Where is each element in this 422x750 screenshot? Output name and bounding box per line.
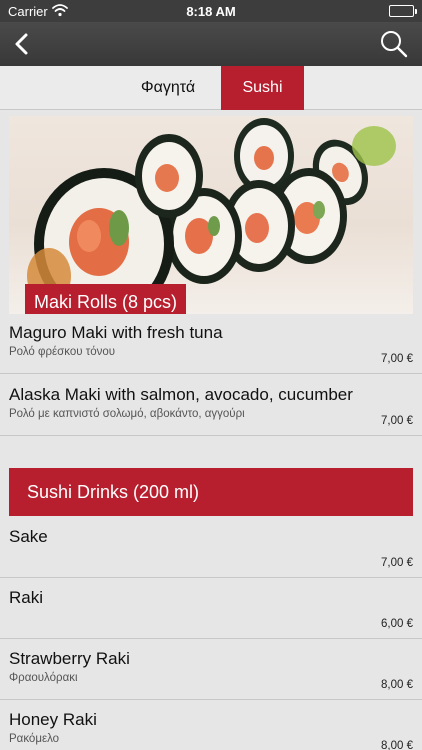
item-price: 7,00 €: [381, 557, 413, 569]
search-icon: [381, 31, 408, 58]
item-price: 8,00 €: [381, 740, 413, 750]
battery-icon: [389, 5, 417, 17]
menu-item[interactable]: Alaska Maki with salmon, avocado, cucumb…: [0, 376, 422, 436]
item-description: Ρολό με καπνιστό σολωμό, αβοκάντο, αγγού…: [9, 408, 245, 420]
menu-content[interactable]: Maki Rolls (8 pcs) Maguro Maki with fres…: [0, 110, 422, 750]
menu-item[interactable]: Sake 7,00 €: [0, 518, 422, 578]
item-name: Maguro Maki with fresh tuna: [9, 323, 223, 342]
item-name: Sake: [9, 527, 48, 546]
section-title-maki: Maki Rolls (8 pcs): [25, 284, 187, 314]
chevron-left-icon: [15, 33, 28, 55]
item-price: 7,00 €: [381, 415, 413, 427]
item-name: Raki: [9, 588, 44, 607]
navigation-bar: [0, 22, 422, 66]
maki-rolls-image: Maki Rolls (8 pcs): [9, 116, 413, 314]
item-price: 7,00 €: [381, 353, 413, 365]
menu-item[interactable]: Strawberry Raki Φραουλόρακι 8,00 €: [0, 640, 422, 700]
status-time: 8:18 AM: [186, 4, 236, 19]
item-price: 8,00 €: [381, 679, 413, 691]
item-description: Ρολό φρέσκου τόνου: [9, 346, 116, 358]
menu-item[interactable]: Maguro Maki with fresh tuna Ρολό φρέσκου…: [0, 314, 422, 374]
status-bar: Carrier 8:18 AM: [0, 0, 422, 22]
category-tabs: Φαγητά Sushi: [0, 66, 422, 110]
item-name: Honey Raki: [9, 710, 97, 729]
item-description: Φραουλόρακι: [9, 672, 78, 684]
menu-item[interactable]: Honey Raki Ρακόμελο 8,00 €: [0, 701, 422, 750]
item-description: Ρακόμελο: [9, 733, 60, 745]
section-title-drinks: Sushi Drinks (200 ml): [9, 468, 413, 516]
search-button[interactable]: [376, 26, 412, 62]
item-name: Strawberry Raki: [9, 649, 130, 668]
back-button[interactable]: [6, 26, 42, 62]
tab-sushi[interactable]: Sushi: [221, 66, 304, 110]
tab-food[interactable]: Φαγητά: [118, 66, 218, 110]
item-name: Alaska Maki with salmon, avocado, cucumb…: [9, 385, 353, 404]
item-price: 6,00 €: [381, 618, 413, 630]
menu-item[interactable]: Raki 6,00 €: [0, 579, 422, 639]
